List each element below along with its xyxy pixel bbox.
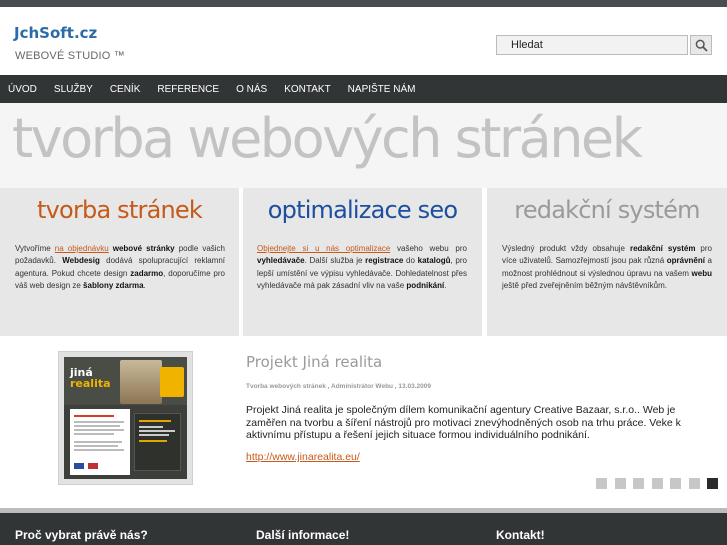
pager-dot[interactable]: [707, 478, 718, 489]
nav-item-uvod[interactable]: ÚVOD: [8, 84, 37, 95]
top-strip: [0, 0, 727, 7]
slider-pager: [596, 478, 726, 489]
site-header: JchSoft.cz WEBOVÉ STUDIO ™: [0, 7, 727, 75]
service-column-seo: optimalizace seo Objednejte si u nás opt…: [243, 188, 482, 336]
nav-item-o-nas[interactable]: O NÁS: [236, 84, 267, 95]
hero-title: tvorba webových stránek: [12, 107, 643, 170]
search-button[interactable]: [690, 35, 712, 55]
nav-item-reference[interactable]: REFERENCE: [157, 84, 219, 95]
main-nav: ÚVOD SLUŽBY CENÍK REFERENCE O NÁS KONTAK…: [0, 75, 727, 103]
service-description: Objednejte si u nás optimalizace vašeho …: [257, 244, 467, 290]
pager-dot[interactable]: [633, 478, 644, 489]
site-footer: Proč vybrat právě nás? Další informace! …: [0, 513, 727, 545]
thumb-photo: [120, 360, 162, 404]
pager-dot[interactable]: [614, 478, 626, 489]
pager-dot[interactable]: [688, 478, 700, 489]
thumb-box: [134, 413, 181, 471]
service-description: Vytvoříme na objednávku webové stránky p…: [15, 244, 226, 290]
service-description: Výsledný produkt vždy obsahuje redakční …: [502, 244, 712, 290]
nav-item-napiste-nam[interactable]: NAPIŠTE NÁM: [348, 84, 416, 95]
thumb-page: [70, 409, 130, 475]
service-title: optimalizace seo: [267, 196, 458, 224]
footer-heading-contact: Kontakt!: [496, 528, 545, 542]
project-title[interactable]: Projekt Jiná realita: [246, 353, 382, 371]
magnifier-icon: [695, 39, 708, 52]
project-link[interactable]: http://www.jinarealita.eu/: [246, 451, 360, 463]
seo-order-link[interactable]: Objednejte si u nás optimalizace: [257, 244, 390, 253]
pager-dot[interactable]: [596, 478, 607, 489]
hero-banner: tvorba webových stránek: [0, 103, 727, 188]
service-title: tvorba stránek: [37, 196, 203, 224]
project-description: Projekt Jiná realita je společným dílem …: [246, 404, 681, 442]
project-showcase: jiná realita Projekt Jiná realita Tvorba…: [0, 336, 727, 508]
nav-item-sluzby[interactable]: SLUŽBY: [54, 84, 93, 95]
service-column-redakcni: redakční systém Výsledný produkt vždy ob…: [487, 188, 727, 336]
site-tagline: WEBOVÉ STUDIO ™: [15, 50, 125, 62]
service-title: redakční systém: [514, 196, 700, 224]
service-column-tvorba: tvorba stránek Vytvoříme na objednávku w…: [0, 188, 239, 336]
pager-dot[interactable]: [670, 478, 681, 489]
order-link[interactable]: na objednávku: [55, 244, 109, 253]
search-input[interactable]: [496, 35, 688, 55]
thumb-badge: [160, 367, 184, 397]
footer-heading-more-info: Další informace!: [256, 528, 350, 542]
footer-heading-why-us: Proč vybrat právě nás?: [15, 528, 148, 542]
project-thumbnail[interactable]: jiná realita: [58, 351, 193, 485]
nav-item-kontakt[interactable]: KONTAKT: [284, 84, 330, 95]
site-logo[interactable]: JchSoft.cz: [14, 24, 97, 42]
pager-dot[interactable]: [651, 478, 663, 489]
project-screenshot: jiná realita: [64, 357, 187, 479]
thumb-logo: jiná realita: [70, 366, 111, 390]
project-meta: Tvorba webových stránek , Administrátor …: [246, 383, 431, 390]
nav-item-cenik[interactable]: CENÍK: [110, 84, 141, 95]
